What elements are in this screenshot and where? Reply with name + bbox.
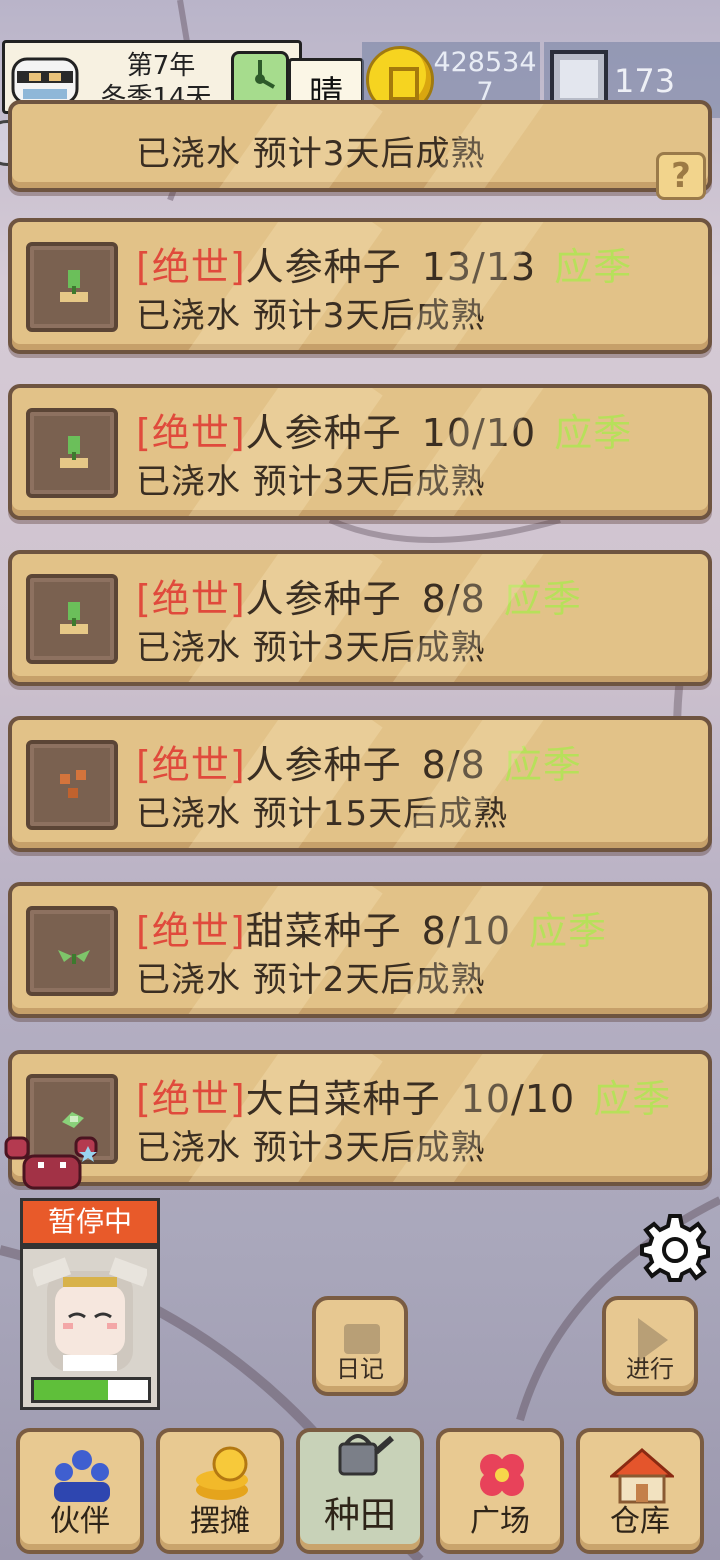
plot-icon-box	[26, 574, 118, 664]
plot-rarity: [绝世]	[136, 743, 246, 787]
sprout-icon	[58, 950, 90, 964]
plot-season: 应季	[554, 411, 633, 455]
nav-label: 种田	[323, 1495, 396, 1536]
plot-qty: 13/13	[421, 245, 537, 289]
plot-qty: 8/8	[421, 743, 486, 787]
seeds-icon	[60, 770, 86, 798]
plot-name: 甜菜种子	[245, 909, 402, 953]
nav-partners[interactable]: 伙伴	[16, 1428, 144, 1554]
plot-title: [绝世]人参种子 13/13 应季	[136, 236, 632, 291]
plot-rarity: [绝世]	[136, 909, 246, 953]
seedling-icon	[60, 602, 88, 634]
plot-qty: 8/8	[421, 577, 486, 621]
plot-qty: 8/10	[421, 909, 512, 953]
clock-icon[interactable]	[231, 51, 289, 107]
plot-name: 人参种子	[245, 743, 402, 787]
plot-name: 人参种子	[245, 245, 402, 289]
gear-icon[interactable]	[640, 1212, 710, 1282]
plot-status: 已浇水 预计3天后成熟	[136, 628, 486, 668]
stamina-fill	[34, 1380, 109, 1400]
plot-season: 应季	[503, 577, 582, 621]
plot-season: 应季	[503, 743, 582, 787]
plot-icon-box	[26, 242, 118, 332]
plot-rarity: [绝世]	[136, 577, 246, 621]
plot-title: [绝世]大白菜种子 10/10 应季	[136, 1068, 671, 1123]
plot-card[interactable]: [绝世]大白菜种子 10/10 应季 已浇水 预计3天后成熟	[8, 1050, 712, 1186]
watering-can-icon	[338, 1434, 394, 1476]
crab-icon	[4, 1136, 98, 1190]
plot-rarity: [绝世]	[136, 245, 246, 289]
plot-rarity: [绝世]	[136, 411, 246, 455]
plot-card[interactable]: [绝世]甜菜种子 8/10 应季 已浇水 预计2天后成熟	[8, 882, 712, 1018]
seedling-icon	[60, 436, 88, 468]
nav-stall[interactable]: 摆摊	[156, 1428, 284, 1554]
plot-name: 大白菜种子	[245, 1077, 441, 1121]
nav-label: 伙伴	[50, 1504, 110, 1539]
plot-status: 已浇水 预计3天后成熟	[136, 134, 486, 174]
plot-season: 应季	[554, 245, 633, 289]
plot-title: [绝世]人参种子 8/8 应季	[136, 568, 582, 623]
run-label: 进行	[626, 1355, 674, 1383]
run-button[interactable]: 进行	[602, 1296, 698, 1396]
plot-name: 人参种子	[245, 577, 402, 621]
plot-icon-box	[26, 408, 118, 498]
plot-icon-box	[26, 906, 118, 996]
stamina-bar	[31, 1377, 151, 1403]
gem-amount: 173	[614, 62, 676, 100]
diary-button[interactable]: 日记	[312, 1296, 408, 1396]
plot-card[interactable]: [绝世]人参种子 13/13 应季 已浇水 预计3天后成熟	[8, 218, 712, 354]
help-button[interactable]: ?	[656, 152, 706, 200]
nav-label: 广场	[470, 1504, 530, 1539]
plot-title: [绝世]人参种子 10/10 应季	[136, 402, 632, 457]
plot-card[interactable]: [绝世]人参种子 10/10 应季 已浇水 预计3天后成熟	[8, 384, 712, 520]
plot-status: 已浇水 预计3天后成熟	[136, 296, 486, 336]
companion-avatar	[33, 1257, 147, 1371]
plot-card[interactable]: 已浇水 预计3天后成熟	[8, 100, 712, 192]
gold-amount: 4285347	[433, 47, 537, 108]
nav-plaza[interactable]: 广场	[436, 1428, 564, 1554]
plot-name: 人参种子	[245, 411, 402, 455]
nav-label: 摆摊	[190, 1504, 250, 1539]
plot-title: [绝世]人参种子 8/8 应季	[136, 734, 582, 789]
plot-qty: 10/10	[421, 411, 537, 455]
plot-card[interactable]: [绝世]人参种子 8/8 应季 已浇水 预计3天后成熟	[8, 550, 712, 686]
pause-status-badge: 暂停中	[20, 1198, 160, 1246]
seedling-icon	[60, 270, 88, 302]
nav-farm[interactable]: 种田	[296, 1428, 424, 1554]
plot-status: 已浇水 预计2天后成熟	[136, 960, 486, 1000]
plot-status: 已浇水 预计3天后成熟	[136, 1128, 486, 1168]
plot-card[interactable]: [绝世]人参种子 8/8 应季 已浇水 预计15天后成熟	[8, 716, 712, 852]
nav-warehouse[interactable]: 仓库	[576, 1428, 704, 1554]
plot-status: 已浇水 预计15天后成熟	[136, 794, 509, 834]
diary-label: 日记	[336, 1355, 384, 1383]
plot-rarity: [绝世]	[136, 1077, 246, 1121]
plot-icon-box	[26, 740, 118, 830]
nav-label: 仓库	[610, 1504, 670, 1539]
plot-status: 已浇水 预计3天后成熟	[136, 462, 486, 502]
plot-season: 应季	[529, 909, 608, 953]
plot-title: [绝世]甜菜种子 8/10 应季	[136, 900, 607, 955]
plot-qty: 10/10	[460, 1077, 576, 1121]
plot-season: 应季	[593, 1077, 672, 1121]
companion-portrait[interactable]	[20, 1246, 160, 1410]
